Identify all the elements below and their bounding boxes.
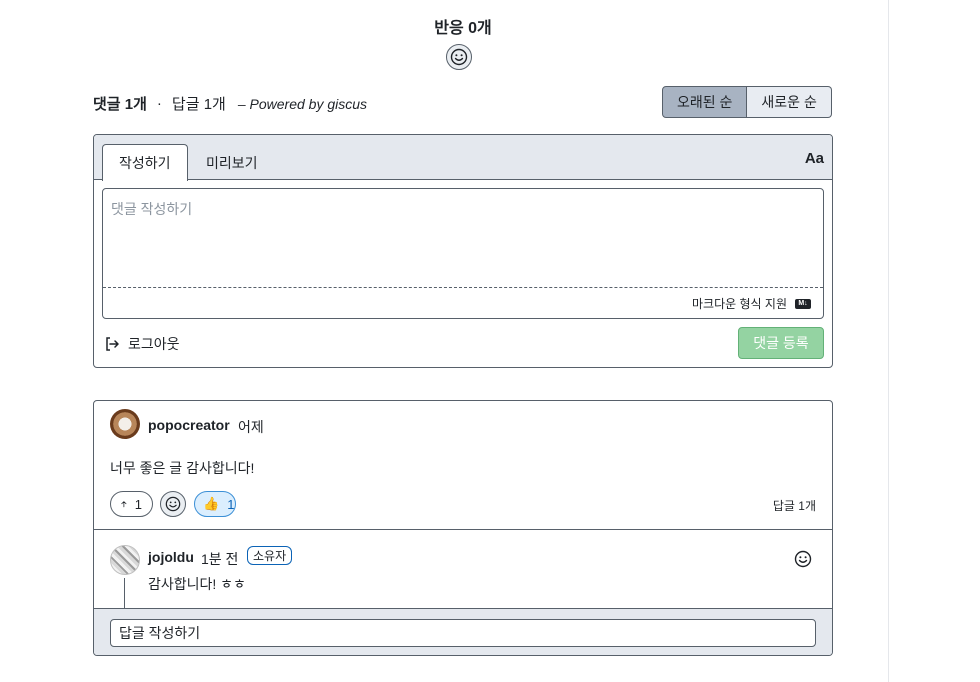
comment-count: 댓글 1개 — [93, 96, 147, 113]
reply-footer: 답글 작성하기 — [94, 608, 832, 655]
comment-body: 너무 좋은 글 감사합니다! — [110, 460, 255, 476]
discussion-counts: 댓글 1개 · 답글 1개 – Powered by giscus — [93, 93, 367, 114]
logout-button[interactable]: 로그아웃 — [104, 334, 180, 354]
avatar[interactable] — [110, 409, 140, 439]
comment-card: popocreator 어제 너무 좋은 글 감사합니다! 1 👍 1 답글 1… — [93, 400, 833, 656]
submit-comment-button[interactable]: 댓글 등록 — [738, 327, 824, 359]
add-reaction-button[interactable] — [446, 44, 472, 70]
smiley-icon — [794, 550, 812, 568]
comment-textarea-wrapper: 댓글 작성하기 마크다운 형식 지원 M↓ — [102, 188, 824, 319]
reply-input[interactable]: 답글 작성하기 — [110, 619, 816, 647]
count-separator: · — [156, 95, 162, 112]
smiley-icon — [165, 496, 181, 512]
comment-time[interactable]: 어제 — [238, 417, 264, 437]
sort-oldest-button[interactable]: 오래된 순 — [662, 86, 748, 118]
comment-reply-count: 답글 1개 — [772, 499, 816, 513]
markdown-icon: M↓ — [795, 298, 811, 309]
comment-editor: 작성하기 미리보기 Aa 댓글 작성하기 마크다운 형식 지원 M↓ 로그아웃 … — [93, 134, 833, 368]
logout-label: 로그아웃 — [128, 336, 180, 352]
reply-time[interactable]: 1분 전 — [201, 549, 238, 569]
arrow-up-icon — [121, 501, 127, 508]
sort-toggle: 오래된 순 새로운 순 — [662, 86, 832, 118]
comment-author[interactable]: popocreator — [148, 417, 230, 433]
reply-reaction-button[interactable] — [794, 550, 812, 571]
upvote-count: 1 — [134, 496, 142, 512]
thread-line — [124, 578, 125, 608]
thumbs-up-reaction[interactable]: 👍 1 — [194, 491, 236, 517]
thumbs-up-emoji: 👍 — [203, 496, 220, 511]
reactions-title: 반응 0개 — [434, 20, 492, 37]
owner-badge: 소유자 — [247, 546, 293, 565]
comment-textarea[interactable]: 댓글 작성하기 — [103, 189, 823, 288]
page-divider — [888, 0, 889, 682]
markdown-note-label: 마크다운 형식 지원 — [692, 297, 787, 311]
powered-by-label: – Powered by giscus — [237, 95, 368, 112]
tab-preview[interactable]: 미리보기 — [190, 144, 274, 181]
sort-newest-button[interactable]: 새로운 순 — [747, 86, 832, 118]
reply-author[interactable]: jojoldu — [148, 549, 194, 565]
reply-body: 감사합니다! ㅎㅎ — [148, 576, 246, 592]
reply-count-total: 답글 1개 — [171, 96, 226, 113]
avatar[interactable] — [110, 545, 140, 575]
logout-icon — [106, 337, 119, 351]
smiley-icon — [450, 48, 468, 66]
tab-write[interactable]: 작성하기 — [102, 144, 188, 181]
markdown-support-note: 마크다운 형식 지원 M↓ — [692, 295, 811, 312]
add-reaction-button[interactable] — [160, 491, 186, 517]
upvote-button[interactable]: 1 — [110, 491, 153, 517]
font-toggle-button[interactable]: Aa — [805, 150, 824, 167]
editor-header: 작성하기 미리보기 Aa — [94, 135, 832, 181]
thumbs-up-count: 1 — [227, 496, 235, 512]
